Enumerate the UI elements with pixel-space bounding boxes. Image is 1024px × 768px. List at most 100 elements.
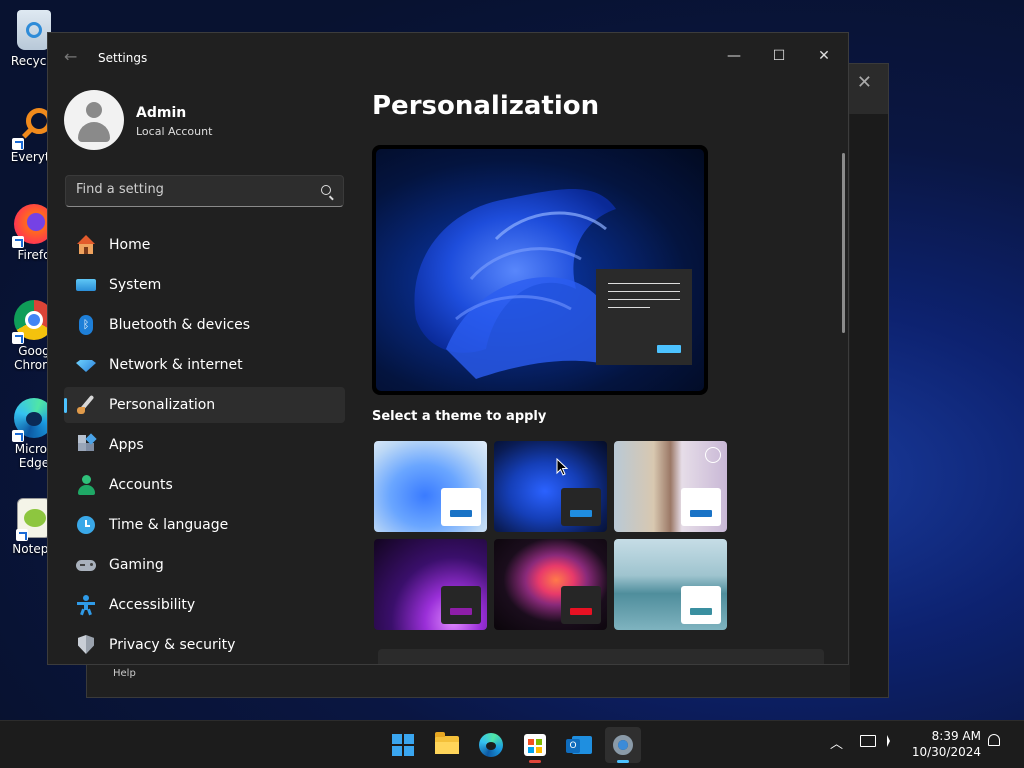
sidebar-item-gaming[interactable]: Gaming — [64, 547, 345, 583]
recycle-bin-icon — [17, 10, 51, 50]
clock[interactable]: 8:39 AM 10/30/2024 — [912, 728, 981, 760]
theme-accent-swatch — [690, 608, 712, 615]
taskbar-file-explorer[interactable] — [429, 727, 465, 763]
taskbar-edge[interactable] — [473, 727, 509, 763]
scrollbar[interactable] — [842, 153, 845, 333]
spotlight-icon — [705, 447, 721, 463]
gear-icon — [613, 735, 633, 755]
sidebar-item-accessibility[interactable]: Accessibility — [64, 587, 345, 623]
preview-line — [608, 307, 650, 308]
running-indicator — [529, 760, 541, 763]
sidebar-item-home[interactable]: Home — [64, 227, 345, 263]
sidebar-item-label: Personalization — [109, 397, 216, 413]
sidebar-item-network[interactable]: Network & internet — [64, 347, 345, 383]
network-status-icon[interactable] — [860, 735, 876, 747]
theme-accent-swatch — [570, 608, 592, 615]
taskbar: O ︿ 8:39 AM 10/30/2024 — [0, 720, 1024, 768]
notepad-plus-icon — [16, 498, 51, 541]
taskbar-settings[interactable] — [605, 727, 641, 763]
avatar[interactable] — [64, 90, 124, 150]
home-icon — [76, 235, 96, 255]
sidebar-item-label: Home — [109, 237, 151, 253]
theme-windows-light[interactable] — [374, 441, 487, 532]
sidebar-nav: Home System ᛒ Bluetooth & devices Networ… — [64, 227, 345, 664]
shortcut-arrow-icon — [16, 529, 28, 541]
search-icon[interactable] — [321, 185, 331, 195]
profile-account-type: Local Account — [136, 125, 213, 138]
sidebar-item-system[interactable]: System — [64, 267, 345, 303]
shortcut-arrow-icon — [12, 138, 24, 150]
volume-muted-icon[interactable] — [887, 735, 901, 747]
apps-icon — [76, 433, 97, 455]
sidebar-item-label: Accounts — [109, 477, 173, 493]
search-box[interactable] — [65, 175, 344, 207]
preview-accent-button — [657, 345, 681, 353]
theme-preview — [372, 145, 708, 395]
shortcut-arrow-icon — [12, 332, 24, 344]
notification-bell-icon[interactable] — [988, 734, 1000, 746]
sidebar-item-privacy-security[interactable]: Privacy & security — [64, 627, 345, 663]
sidebar-item-apps[interactable]: Apps — [64, 427, 345, 463]
theme-windows-dark[interactable] — [494, 441, 607, 532]
wallpaper-preview — [376, 149, 704, 391]
theme-flow[interactable] — [614, 539, 727, 630]
sidebar-item-label: Privacy & security — [109, 637, 236, 653]
gaming-icon — [76, 555, 96, 575]
back-arrow-icon[interactable]: ← — [64, 47, 77, 66]
sidebar-item-label: Apps — [109, 437, 144, 453]
theme-captured-motion[interactable] — [494, 539, 607, 630]
main-content: Personalization Select a theme to apply — [372, 33, 842, 664]
theme-window-preview — [681, 586, 721, 624]
preview-line — [608, 291, 680, 292]
sidebar-item-accounts[interactable]: Accounts — [64, 467, 345, 503]
time-icon — [76, 515, 96, 535]
search-input[interactable] — [76, 182, 306, 197]
sidebar-item-label: Network & internet — [109, 357, 243, 373]
preview-window-mockup — [596, 269, 692, 365]
bluetooth-icon: ᛒ — [76, 315, 96, 335]
shield-icon — [76, 635, 96, 655]
outlook-icon: O — [566, 734, 592, 756]
window-title: Settings — [98, 51, 148, 65]
sidebar-item-label: Accessibility — [109, 597, 196, 613]
theme-accent-swatch — [450, 510, 472, 517]
shortcut-arrow-icon — [12, 430, 24, 442]
theme-accent-swatch — [450, 608, 472, 615]
accounts-icon — [76, 475, 96, 495]
taskbar-outlook[interactable]: O — [561, 727, 597, 763]
theme-glow[interactable] — [374, 539, 487, 630]
theme-window-preview — [441, 586, 481, 624]
theme-accent-swatch — [570, 510, 592, 517]
sidebar-item-time-language[interactable]: Time & language — [64, 507, 345, 543]
theme-section-label: Select a theme to apply — [372, 409, 547, 424]
mouse-cursor-icon — [556, 458, 568, 476]
sidebar-item-personalization[interactable]: Personalization — [64, 387, 345, 423]
sidebar-item-label: Time & language — [109, 517, 229, 533]
edge-icon — [479, 733, 503, 757]
theme-window-preview — [441, 488, 481, 526]
show-hidden-icons-button[interactable]: ︿ — [830, 733, 843, 752]
theme-accent-swatch — [690, 510, 712, 517]
theme-spotlight[interactable] — [614, 441, 727, 532]
store-icon — [524, 734, 546, 756]
theme-window-preview — [561, 586, 601, 624]
preview-line — [608, 299, 680, 300]
folder-icon — [435, 732, 459, 754]
settings-window: ← Settings — ☐ ✕ Admin Local Account Hom… — [47, 32, 849, 665]
settings-card[interactable] — [378, 649, 824, 664]
background-window-pane — [850, 114, 888, 697]
accessibility-icon — [76, 595, 96, 616]
sidebar-item-label: Bluetooth & devices — [109, 317, 251, 333]
clock-date: 10/30/2024 — [911, 745, 981, 759]
network-icon — [76, 355, 96, 375]
clock-time: 8:39 AM — [931, 729, 981, 743]
active-app-indicator — [617, 760, 629, 763]
close-icon[interactable]: ✕ — [857, 72, 872, 93]
help-menu[interactable]: Help — [113, 668, 136, 679]
sidebar-item-bluetooth[interactable]: ᛒ Bluetooth & devices — [64, 307, 345, 343]
start-button[interactable] — [385, 727, 421, 763]
preview-line — [608, 283, 680, 284]
user-icon-body — [78, 122, 110, 142]
taskbar-store[interactable] — [517, 727, 553, 763]
theme-window-preview — [561, 488, 601, 526]
